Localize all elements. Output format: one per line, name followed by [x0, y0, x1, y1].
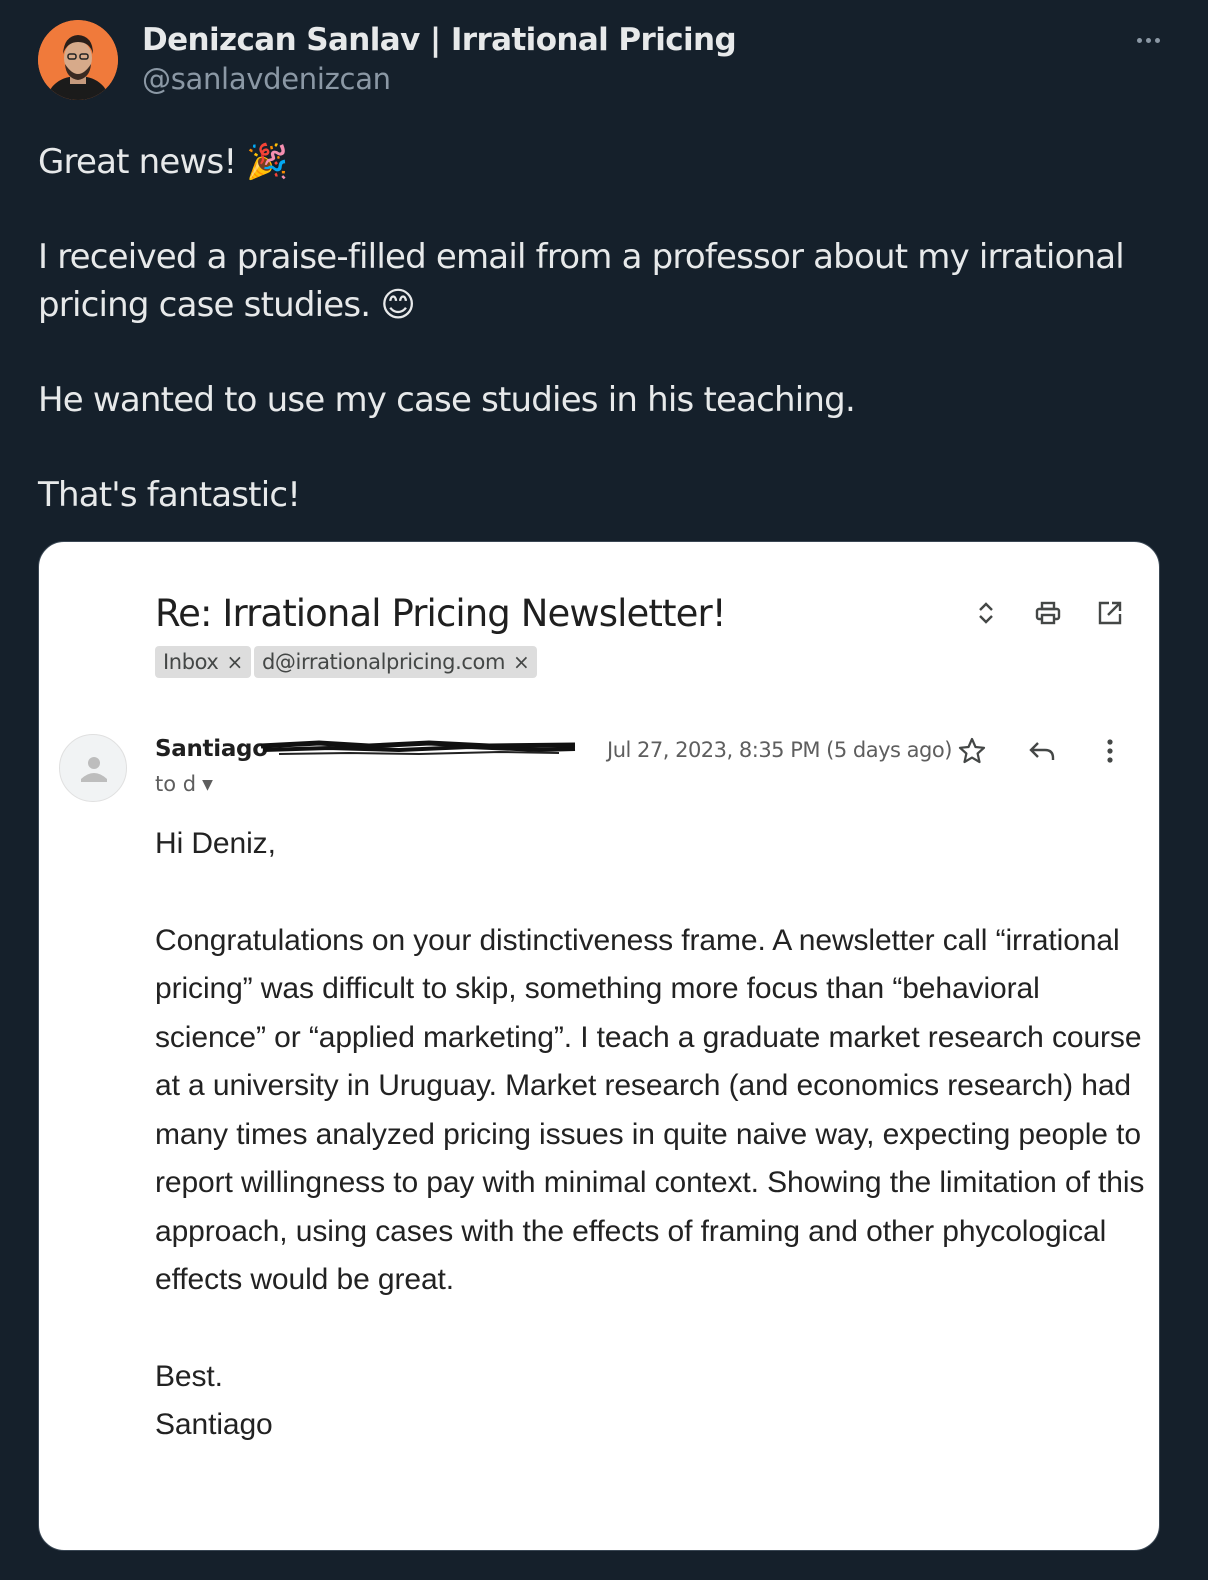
label-text: Inbox	[163, 650, 219, 674]
tweet-paragraph: That's fantastic!	[38, 475, 301, 515]
star-icon	[957, 736, 987, 766]
email-signoff: Best.	[155, 1359, 223, 1393]
open-in-new-window-icon	[1095, 598, 1125, 628]
print-icon	[1033, 598, 1063, 628]
tweet-text: Great news! 🎉 I received a praise-filled…	[38, 138, 1158, 519]
close-icon: ×	[226, 650, 243, 674]
recipient-line[interactable]: to d ▼	[155, 772, 213, 796]
email-paragraph: Congratulations on your distinctiveness …	[155, 923, 1145, 1297]
author-name[interactable]: Denizcan Sanlav | Irrational Pricing	[142, 22, 737, 58]
email-screenshot[interactable]: Re: Irrational Pricing Newsletter! Inbox…	[38, 541, 1160, 1551]
more-horizontal-icon[interactable]	[1128, 28, 1168, 52]
email-body: Hi Deniz, Congratulations on your distin…	[155, 820, 1145, 1450]
redaction-scribble	[259, 738, 579, 760]
expand-collapse-icon	[971, 598, 1001, 628]
tweet: Denizcan Sanlav | Irrational Pricing @sa…	[0, 0, 1208, 1580]
tweet-paragraph: I received a praise-filled email from a …	[38, 237, 1125, 325]
sender-name: Santiago	[155, 736, 268, 762]
email-signature: Santiago	[155, 1408, 273, 1441]
close-icon: ×	[513, 650, 530, 674]
sender-avatar	[59, 734, 127, 802]
label-text: d@irrationalpricing.com	[262, 650, 506, 674]
author-avatar[interactable]	[38, 20, 118, 100]
label-chip-address: d@irrationalpricing.com ×	[254, 646, 538, 678]
tweet-paragraph: Great news! 🎉	[38, 142, 289, 182]
reply-icon	[1027, 736, 1057, 766]
caret-down-icon: ▼	[202, 777, 213, 793]
more-vertical-icon	[1095, 736, 1125, 766]
author-handle[interactable]: @sanlavdenizcan	[142, 62, 391, 96]
recipient-text: to d	[155, 772, 197, 796]
label-chip-inbox: Inbox ×	[155, 646, 251, 678]
email-date: Jul 27, 2023, 8:35 PM (5 days ago)	[607, 738, 952, 762]
tweet-paragraph: He wanted to use my case studies in his …	[38, 380, 856, 420]
email-greeting: Hi Deniz,	[155, 827, 276, 860]
email-subject: Re: Irrational Pricing Newsletter!	[155, 592, 727, 635]
